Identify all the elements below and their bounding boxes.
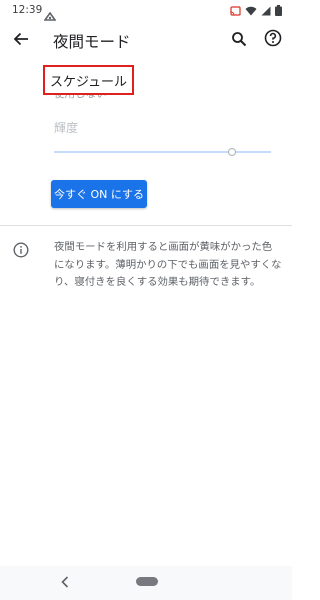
nav-home-pill-icon[interactable] xyxy=(136,577,158,586)
search-button[interactable] xyxy=(228,30,250,52)
page-title: 夜間モード xyxy=(53,33,131,51)
arrow-back-icon xyxy=(13,31,29,51)
signal-icon xyxy=(261,6,271,16)
brightness-slider[interactable] xyxy=(54,145,271,159)
app-bar: 夜間モード xyxy=(0,22,292,60)
turn-on-now-button[interactable]: 今すぐ ON にする xyxy=(51,180,147,208)
brightness-slider-thumb[interactable] xyxy=(227,148,236,156)
battery-icon xyxy=(275,5,282,16)
app-notification-icon xyxy=(43,6,57,21)
help-icon xyxy=(264,29,282,51)
schedule-highlight-box[interactable]: スケジュール xyxy=(43,65,134,95)
divider xyxy=(0,225,292,226)
status-time: 12:39 xyxy=(12,4,43,16)
info-icon xyxy=(13,242,29,258)
search-icon xyxy=(231,31,247,51)
back-button[interactable] xyxy=(10,30,32,52)
status-icons xyxy=(230,5,282,16)
wifi-icon xyxy=(245,6,257,16)
brightness-label: 輝度 xyxy=(54,121,79,135)
cast-icon xyxy=(230,5,241,16)
info-description: 夜間モードを利用すると画面が黄味がかった色になります。薄明かりの下でも画面を見や… xyxy=(54,241,282,288)
system-nav-bar xyxy=(0,566,292,600)
schedule-label: スケジュール xyxy=(49,74,128,90)
nav-back-button[interactable] xyxy=(58,574,72,590)
status-bar: 12:39 xyxy=(0,0,292,22)
help-button[interactable] xyxy=(262,29,284,51)
nav-back-icon xyxy=(61,573,69,592)
brightness-slider-track xyxy=(54,151,271,153)
